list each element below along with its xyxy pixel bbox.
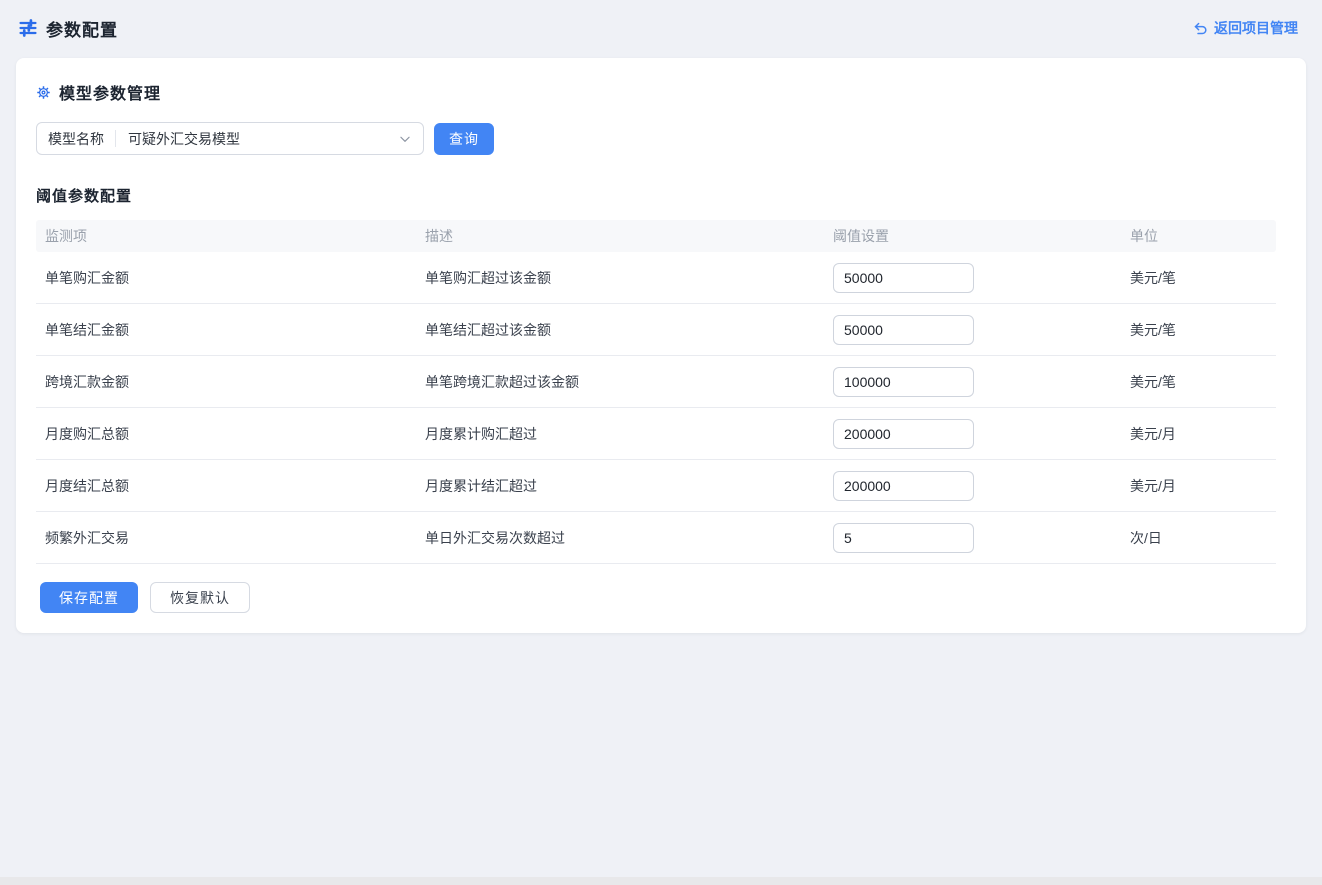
threshold-input[interactable]: [833, 263, 974, 293]
gear-icon: [36, 85, 51, 100]
model-parameter-card: 模型参数管理 模型名称 可疑外汇交易模型 查询 阈值参数配置 监测项 描述 阈值…: [16, 58, 1306, 633]
threshold-table: 监测项 描述 阈值设置 单位 单笔购汇金额 单笔购汇超过该金额 美元/笔 单笔结…: [36, 220, 1276, 564]
unit-cell: 美元/月: [1121, 476, 1276, 496]
chevron-down-icon: [398, 132, 412, 146]
threshold-input[interactable]: [833, 471, 974, 501]
threshold-input[interactable]: [833, 367, 974, 397]
threshold-input[interactable]: [833, 523, 974, 553]
table-row: 月度结汇总额 月度累计结汇超过 美元/月: [36, 460, 1276, 512]
model-select-label: 模型名称: [37, 129, 115, 149]
description-cell: 单笔结汇超过该金额: [416, 320, 824, 340]
description-cell: 月度累计结汇超过: [416, 476, 824, 496]
table-row: 频繁外汇交易 单日外汇交易次数超过 次/日: [36, 512, 1276, 564]
unit-cell: 次/日: [1121, 528, 1276, 548]
back-link-label: 返回项目管理: [1214, 18, 1298, 38]
unit-cell: 美元/笔: [1121, 320, 1276, 340]
unit-cell: 美元/月: [1121, 424, 1276, 444]
column-header-description: 描述: [416, 226, 824, 246]
model-select-value: 可疑外汇交易模型: [116, 129, 398, 149]
monitor-item-cell: 单笔购汇金额: [36, 268, 416, 288]
save-config-button[interactable]: 保存配置: [40, 582, 138, 613]
monitor-item-cell: 跨境汇款金额: [36, 372, 416, 392]
column-header-unit: 单位: [1121, 226, 1276, 246]
table-row: 跨境汇款金额 单笔跨境汇款超过该金额 美元/笔: [36, 356, 1276, 408]
description-cell: 月度累计购汇超过: [416, 424, 824, 444]
monitor-item-cell: 频繁外汇交易: [36, 528, 416, 548]
header-left-group: 参数配置: [18, 16, 118, 41]
card-title: 模型参数管理: [59, 80, 161, 104]
description-cell: 单笔跨境汇款超过该金额: [416, 372, 824, 392]
page-title: 参数配置: [46, 16, 118, 41]
top-header: 参数配置 返回项目管理: [0, 0, 1322, 56]
monitor-item-cell: 月度购汇总额: [36, 424, 416, 444]
card-title-row: 模型参数管理: [36, 80, 1286, 104]
description-cell: 单日外汇交易次数超过: [416, 528, 824, 548]
column-header-threshold: 阈值设置: [824, 226, 1121, 246]
threshold-input[interactable]: [833, 419, 974, 449]
query-button[interactable]: 查询: [434, 123, 494, 155]
table-row: 单笔结汇金额 单笔结汇超过该金额 美元/笔: [36, 304, 1276, 356]
restore-default-button[interactable]: 恢复默认: [150, 582, 250, 613]
monitor-item-cell: 月度结汇总额: [36, 476, 416, 496]
column-header-monitor-item: 监测项: [36, 226, 416, 246]
undo-icon: [1193, 21, 1208, 36]
table-row: 月度购汇总额 月度累计购汇超过 美元/月: [36, 408, 1276, 460]
description-cell: 单笔购汇超过该金额: [416, 268, 824, 288]
threshold-input[interactable]: [833, 315, 974, 345]
footer-actions: 保存配置 恢复默认: [36, 582, 1286, 613]
table-row: 单笔购汇金额 单笔购汇超过该金额 美元/笔: [36, 252, 1276, 304]
model-name-select[interactable]: 模型名称 可疑外汇交易模型: [36, 122, 424, 155]
page-bottom-edge: [0, 877, 1322, 885]
unit-cell: 美元/笔: [1121, 268, 1276, 288]
table-header-row: 监测项 描述 阈值设置 单位: [36, 220, 1276, 252]
threshold-section-title: 阈值参数配置: [36, 185, 1286, 206]
query-row: 模型名称 可疑外汇交易模型 查询: [36, 122, 1286, 155]
sliders-icon: [18, 18, 38, 38]
monitor-item-cell: 单笔结汇金额: [36, 320, 416, 340]
back-to-project-link[interactable]: 返回项目管理: [1193, 18, 1298, 38]
unit-cell: 美元/笔: [1121, 372, 1276, 392]
